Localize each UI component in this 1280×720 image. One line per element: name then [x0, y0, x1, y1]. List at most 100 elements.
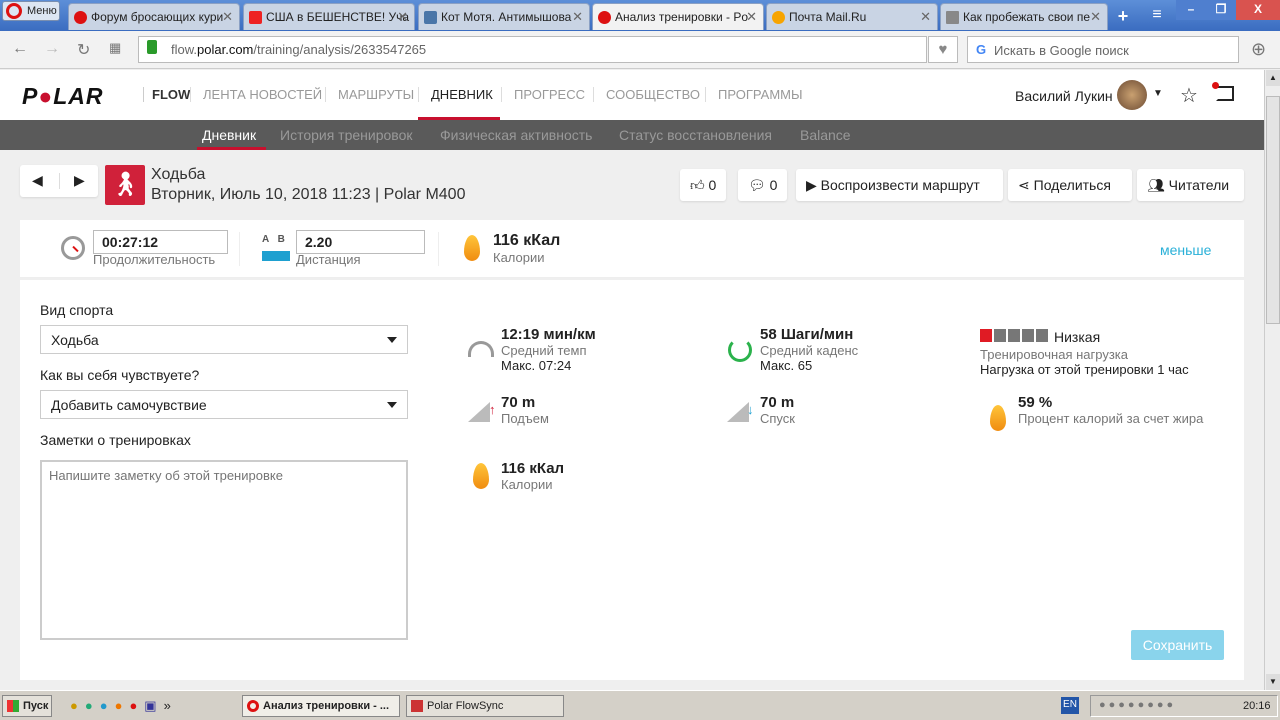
browser-tab-active[interactable]: Анализ тренировки - Po ✕: [592, 3, 764, 30]
reload-icon[interactable]: ↻: [77, 40, 90, 60]
share-icon: ⋖: [1018, 177, 1030, 193]
subnav-active-indicator: [197, 147, 266, 150]
chevron-down-icon[interactable]: ▼: [1153, 88, 1163, 99]
nav-community[interactable]: СООБЩЕСТВО: [593, 87, 700, 102]
restore-button[interactable]: ❐: [1206, 0, 1236, 20]
taskbar-item-label: Polar FlowSync: [427, 700, 504, 712]
load-segment: [1008, 329, 1020, 342]
summary-calories-value: 116 кКал: [493, 232, 561, 249]
sport-select[interactable]: Ходьба: [40, 325, 408, 354]
browser-tab[interactable]: США в БЕШЕНСТВЕ! Уча ✕: [243, 3, 415, 30]
subnav-recovery[interactable]: Статус восстановления: [619, 127, 772, 143]
more-icon[interactable]: »: [164, 698, 171, 714]
descent-value: 70 m: [760, 394, 795, 411]
notes-textarea[interactable]: [40, 460, 408, 640]
comment-button[interactable]: 💬︎ 0: [738, 169, 788, 201]
google-search-input[interactable]: G Искать в Google поиск: [967, 36, 1239, 63]
close-window-button[interactable]: X: [1236, 0, 1280, 20]
subnav-activity[interactable]: Физическая активность: [440, 127, 592, 143]
app-icon[interactable]: ●: [70, 698, 78, 714]
point-b-label: B: [277, 234, 285, 245]
summary-calories-label: Калории: [493, 250, 545, 265]
language-indicator[interactable]: EN: [1061, 697, 1079, 714]
notifications-icon[interactable]: [1212, 82, 1234, 101]
browser-tab[interactable]: Кот Мотя. Антимышова ✕: [418, 3, 590, 30]
avatar[interactable]: [1117, 80, 1147, 110]
browser-menu-button[interactable]: Меню: [2, 1, 60, 21]
app-icon[interactable]: ●: [100, 698, 108, 714]
distance-field[interactable]: 2.20: [296, 230, 425, 254]
summary-panel: 00:27:12 Продолжительность A B 2.20 Дист…: [20, 220, 1244, 278]
mail-icon: [772, 11, 785, 24]
forward-icon[interactable]: →: [44, 40, 60, 58]
close-icon[interactable]: ✕: [920, 9, 931, 25]
opera-icon[interactable]: ●: [129, 698, 137, 714]
nav-programs[interactable]: ПРОГРАММЫ: [705, 87, 803, 102]
minimize-button[interactable]: –: [1176, 0, 1206, 20]
tab-favicon-icon: [74, 11, 87, 24]
new-tab-button[interactable]: +: [1108, 4, 1138, 26]
show-less-link[interactable]: меньше: [1160, 242, 1211, 258]
tab-menu-icon[interactable]: ≡: [1142, 4, 1172, 24]
close-icon[interactable]: ✕: [746, 9, 757, 25]
calories-value: 116 кКал: [501, 460, 565, 477]
flame-icon: [464, 235, 480, 261]
taskbar-item-browser[interactable]: Анализ тренировки - ...: [242, 695, 400, 717]
tab-label: Почта Mail.Ru: [789, 10, 867, 24]
nav-diary[interactable]: ДНЕВНИК: [418, 87, 493, 102]
nav-routes[interactable]: МАРШРУТЫ: [325, 87, 414, 102]
scroll-up-icon[interactable]: ▲: [1266, 70, 1280, 86]
feeling-select[interactable]: Добавить самочувствие: [40, 390, 408, 419]
browser-tab[interactable]: Почта Mail.Ru ✕: [766, 3, 938, 30]
browser-tab[interactable]: Форум бросающих кури ✕: [68, 3, 240, 30]
save-button[interactable]: Сохранить: [1131, 630, 1224, 660]
start-button[interactable]: Пуск: [2, 695, 52, 717]
close-icon[interactable]: ✕: [572, 9, 583, 25]
download-icon[interactable]: ⊕: [1251, 39, 1266, 60]
duration-field[interactable]: 00:27:12: [93, 230, 228, 254]
scrollbar[interactable]: ▲ ▼: [1264, 70, 1280, 690]
close-icon[interactable]: ✕: [397, 9, 408, 25]
browser-tab[interactable]: Как пробежать свои пе ✕: [940, 3, 1108, 30]
subnav-diary[interactable]: Дневник: [202, 127, 256, 143]
share-button[interactable]: ⋖ Поделиться: [1008, 169, 1132, 201]
prev-arrow-icon[interactable]: ◀: [32, 172, 43, 189]
stopwatch-icon: [61, 236, 85, 260]
save-icon[interactable]: ▣: [144, 698, 156, 714]
taskbar-item-label: Анализ тренировки - ...: [263, 700, 390, 712]
load-segment: [994, 329, 1006, 342]
play-route-button[interactable]: ▶ Воспроизвести маршрут: [796, 169, 1003, 201]
scrollbar-thumb[interactable]: [1266, 96, 1280, 324]
subnav-balance[interactable]: Balance: [800, 127, 851, 143]
star-icon[interactable]: ☆: [1180, 83, 1198, 108]
training-sport: Ходьба: [151, 166, 206, 183]
url-input[interactable]: flow.polar.com/training/analysis/2633547…: [138, 36, 927, 63]
scroll-down-icon[interactable]: ▼: [1266, 674, 1280, 690]
bookmark-heart-icon[interactable]: ♥: [928, 36, 958, 63]
ascent-value: 70 m: [501, 394, 536, 411]
nav-feed[interactable]: ЛЕНТА НОВОСТЕЙ: [190, 87, 322, 102]
play-icon: ▶: [806, 177, 817, 193]
flow-label[interactable]: FLOW: [143, 87, 190, 102]
close-icon[interactable]: ✕: [222, 9, 233, 25]
close-icon[interactable]: ✕: [1090, 9, 1101, 25]
tray-icons[interactable]: ●●●●●●●●: [1099, 699, 1176, 711]
youtube-icon: [249, 11, 262, 24]
tab-label: Форум бросающих кури: [91, 10, 224, 24]
speed-dial-icon[interactable]: ▦: [109, 40, 121, 56]
subnav-history[interactable]: История тренировок: [280, 127, 412, 143]
firefox-icon[interactable]: ●: [115, 698, 123, 714]
document-icon: [946, 11, 959, 24]
chrome-icon[interactable]: ●: [85, 698, 93, 714]
pace-label: Средний темп: [501, 343, 587, 358]
nav-progress[interactable]: ПРОГРЕСС: [501, 87, 585, 102]
distance-label: Дистанция: [296, 252, 361, 267]
polar-logo[interactable]: P●LAR: [22, 83, 104, 110]
descent-arrow-icon: ↓: [747, 402, 754, 417]
next-arrow-icon[interactable]: ▶: [74, 172, 85, 189]
readers-button[interactable]: 👥︎ Читатели: [1137, 169, 1244, 201]
back-icon[interactable]: ←: [12, 40, 28, 58]
user-name[interactable]: Василий Лукин: [1015, 88, 1113, 104]
taskbar-item-flowsync[interactable]: Polar FlowSync: [406, 695, 564, 717]
like-button[interactable]: 👍︎ 0: [680, 169, 727, 201]
